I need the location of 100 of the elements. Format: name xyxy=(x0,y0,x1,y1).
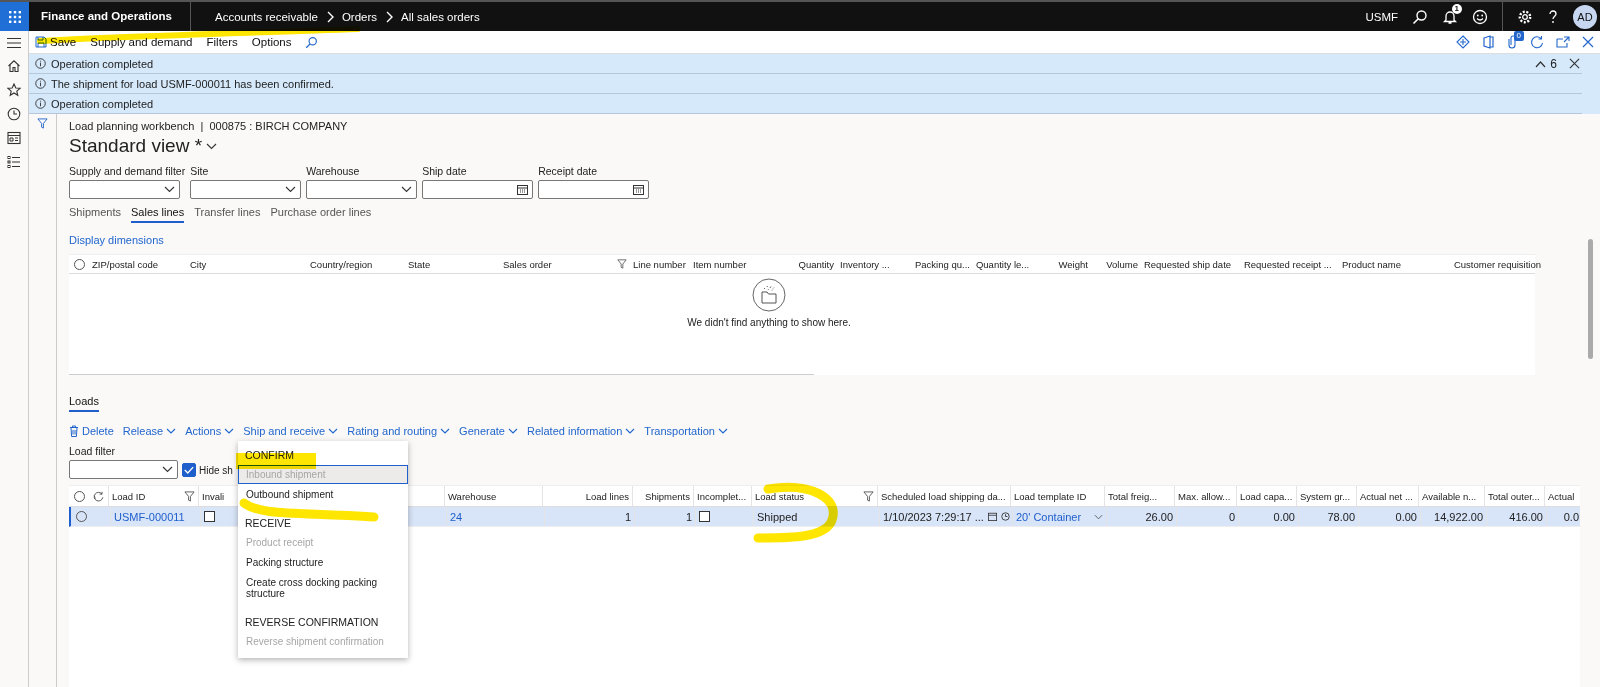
tab[interactable]: Loads xyxy=(69,395,99,412)
menu-icon[interactable] xyxy=(7,37,21,49)
refresh-icon[interactable] xyxy=(1530,35,1544,49)
column-header[interactable]: System gr... xyxy=(1296,486,1356,506)
column-header[interactable]: Load ID xyxy=(108,486,198,506)
tab[interactable]: Purchase order lines xyxy=(270,206,372,223)
column-header[interactable]: Inventory ... xyxy=(837,255,912,273)
column-header[interactable]: Item number xyxy=(690,255,790,273)
close-icon[interactable] xyxy=(1582,36,1594,48)
breadcrumb-link[interactable]: Orders xyxy=(341,10,378,23)
list-icon[interactable] xyxy=(7,155,21,169)
column-header[interactable]: ZIP/postal code xyxy=(89,255,187,273)
action-menu-button[interactable]: Options xyxy=(251,36,292,48)
scrollbar-thumb[interactable] xyxy=(1588,239,1593,359)
filter-icon[interactable] xyxy=(184,490,195,502)
tab[interactable]: Shipments xyxy=(69,206,121,223)
menu-button[interactable]: Transportation xyxy=(644,425,728,437)
column-header[interactable]: Quantity le... xyxy=(972,255,1043,273)
column-header[interactable]: Requested receipt ... xyxy=(1240,255,1339,273)
action-menu-button[interactable]: Filters xyxy=(206,36,238,48)
menu-button[interactable]: Generate xyxy=(459,425,518,437)
column-header[interactable]: Total freig... xyxy=(1104,486,1174,506)
date-field[interactable] xyxy=(538,180,650,199)
column-header[interactable]: Shipments xyxy=(632,486,693,506)
column-header[interactable]: Load capa... xyxy=(1236,486,1296,506)
star-icon[interactable] xyxy=(7,83,21,97)
user-avatar[interactable]: AD xyxy=(1573,4,1597,29)
column-header[interactable]: Available n... xyxy=(1418,486,1484,506)
smiley-icon[interactable] xyxy=(1472,8,1488,25)
column-header[interactable]: Country/region xyxy=(307,255,405,273)
dropdown-field[interactable] xyxy=(190,180,302,199)
view-name[interactable]: Standard view * xyxy=(69,135,203,157)
pop-out-icon[interactable] xyxy=(1556,36,1570,48)
column-header[interactable]: Weight xyxy=(1042,255,1091,273)
column-header[interactable]: Incomplet... xyxy=(693,486,751,506)
collapse-icon[interactable] xyxy=(1535,59,1547,68)
column-header[interactable]: Sales order xyxy=(500,255,630,273)
settings-icon[interactable] xyxy=(1517,8,1533,25)
filter-icon[interactable] xyxy=(617,259,627,269)
table-link[interactable]: 24 xyxy=(450,510,463,523)
column-header[interactable]: Load template ID xyxy=(1010,486,1104,506)
company-picker[interactable]: USMF xyxy=(1365,10,1398,23)
office-icon[interactable] xyxy=(1482,35,1494,49)
home-icon[interactable] xyxy=(7,59,21,73)
breadcrumb-link[interactable]: Accounts receivable xyxy=(215,10,318,23)
calendar-icon[interactable] xyxy=(987,512,997,521)
column-header[interactable]: Actual xyxy=(1544,486,1580,506)
column-header[interactable]: Max. allow... xyxy=(1174,486,1236,506)
app-launcher-icon[interactable] xyxy=(0,2,29,31)
dropdown-field[interactable] xyxy=(306,180,418,199)
column-header[interactable]: City xyxy=(187,255,307,273)
column-header[interactable]: Load status xyxy=(751,486,877,506)
column-header[interactable]: Total outer... xyxy=(1484,486,1544,506)
search-icon[interactable] xyxy=(1412,8,1428,25)
column-header[interactable]: Quantity xyxy=(790,255,837,273)
breadcrumb-link[interactable]: All sales orders xyxy=(401,10,480,23)
menu-item[interactable]: Outbound shipment xyxy=(238,485,408,504)
column-header[interactable]: State xyxy=(405,255,500,273)
checkbox[interactable] xyxy=(204,511,215,522)
tab[interactable]: Sales lines xyxy=(131,206,185,223)
close-icon[interactable] xyxy=(1569,58,1580,69)
menu-button[interactable]: Rating and routing xyxy=(347,425,451,437)
menu-item[interactable]: Packing structure xyxy=(238,553,408,572)
tab[interactable]: Transfer lines xyxy=(194,206,261,223)
filter-icon[interactable] xyxy=(37,118,48,129)
workspace-icon[interactable] xyxy=(7,131,21,145)
column-header[interactable]: Line number xyxy=(630,255,690,273)
menu-button[interactable]: Ship and receive xyxy=(243,425,339,437)
filter-icon[interactable] xyxy=(863,490,874,502)
table-link[interactable]: USMF-000011 xyxy=(114,510,185,523)
dropdown-field[interactable] xyxy=(69,460,178,479)
clock-icon[interactable] xyxy=(7,107,21,121)
checkbox[interactable] xyxy=(182,463,196,477)
info-icon xyxy=(35,78,46,89)
column-header[interactable]: Actual net ... xyxy=(1356,486,1418,506)
bell-icon[interactable] xyxy=(1442,8,1458,25)
column-header[interactable]: Customer requisition xyxy=(1450,255,1551,273)
attachment-icon[interactable] xyxy=(1506,35,1518,49)
date-field[interactable] xyxy=(422,180,534,199)
column-header[interactable]: Load lines xyxy=(542,486,632,506)
help-icon[interactable] xyxy=(1547,8,1559,25)
lookup-link[interactable]: 20' Container xyxy=(1016,510,1082,523)
column-header[interactable]: Requested ship date xyxy=(1140,255,1241,273)
menu-item[interactable]: Create cross docking packing structure xyxy=(238,573,408,603)
menu-button[interactable]: Actions xyxy=(185,425,235,437)
column-header[interactable]: Product name xyxy=(1338,255,1451,273)
column-header[interactable]: Scheduled load shipping da... xyxy=(877,486,1010,506)
display-dimensions-link[interactable]: Display dimensions xyxy=(69,234,1580,246)
menu-button[interactable]: Release xyxy=(122,425,177,437)
clock-icon[interactable] xyxy=(1000,512,1010,521)
dropdown-field[interactable] xyxy=(69,180,180,199)
refresh-icon[interactable] xyxy=(93,490,104,502)
diamond-icon[interactable] xyxy=(1456,35,1470,49)
column-header[interactable]: Warehouse xyxy=(444,486,542,506)
menu-button[interactable]: Related information xyxy=(526,425,636,437)
column-header[interactable]: Packing qu... xyxy=(912,255,973,273)
column-header[interactable]: Volume xyxy=(1090,255,1141,273)
delete-button[interactable]: Delete xyxy=(69,425,114,437)
checkbox[interactable] xyxy=(699,511,710,522)
chevron-down-icon[interactable] xyxy=(206,142,218,150)
